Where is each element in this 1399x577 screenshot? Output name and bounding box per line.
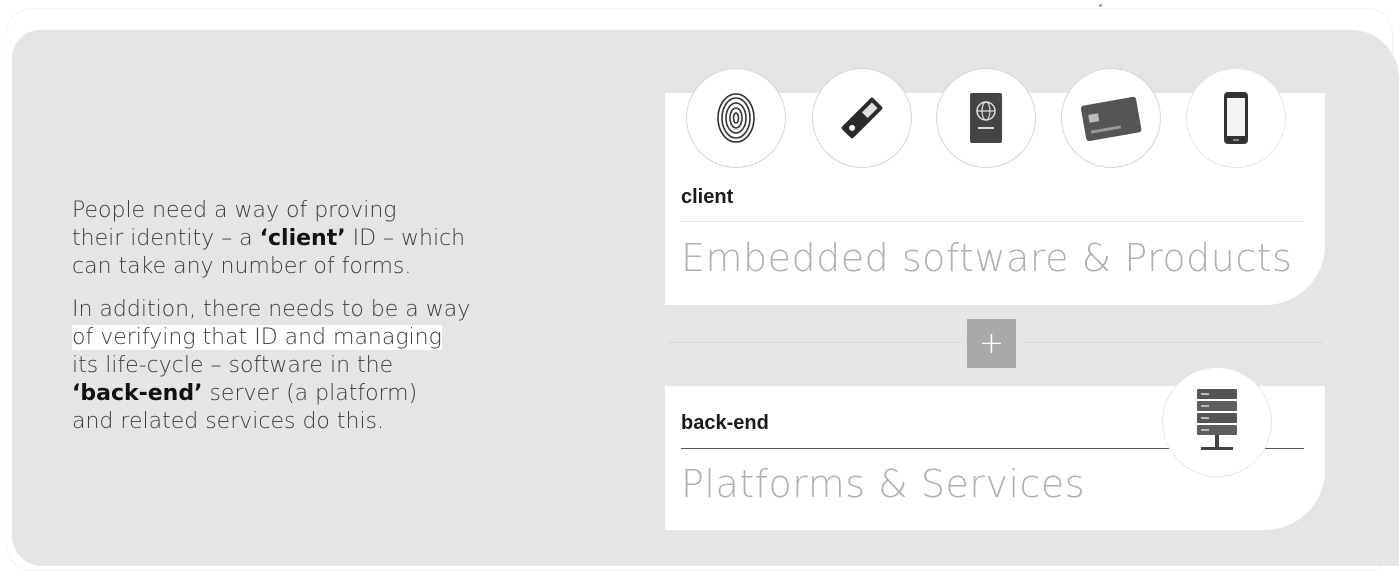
plus-connector: + bbox=[967, 319, 1016, 368]
backend-title: Platforms & Services bbox=[681, 462, 1086, 506]
backend-label: back-end bbox=[681, 412, 769, 434]
backend-desc-line-4: ‘back-end’ server (a platform) bbox=[72, 381, 418, 406]
backend-desc-line-3: its life-cycle – software in the bbox=[72, 353, 394, 378]
server-icon bbox=[1162, 367, 1272, 477]
connector-line-right bbox=[1020, 342, 1323, 343]
decorative-dot bbox=[1099, 4, 1102, 7]
usb-token-icon bbox=[812, 68, 912, 168]
client-emphasis: ‘client’ bbox=[259, 226, 346, 251]
backend-desc-line-5: and related services do this. bbox=[72, 409, 385, 434]
backend-desc-line-1: In addition, there needs to be a way bbox=[72, 297, 471, 322]
backend-emphasis: ‘back-end’ bbox=[72, 381, 203, 406]
client-description: People need a way of proving their ident… bbox=[72, 197, 512, 281]
client-desc-line-1: People need a way of proving bbox=[72, 198, 397, 223]
backend-description: In addition, there needs to be a way of … bbox=[72, 296, 512, 436]
fingerprint-icon bbox=[686, 68, 786, 168]
client-desc-line-3: can take any number of forms. bbox=[72, 254, 412, 279]
passport-icon bbox=[936, 68, 1036, 168]
client-label: client bbox=[681, 186, 734, 208]
client-desc-line-2: their identity – a ‘client’ ID – which bbox=[72, 226, 466, 251]
client-divider bbox=[681, 221, 1303, 222]
client-title: Embedded software & Products bbox=[681, 236, 1293, 280]
smartphone-icon bbox=[1186, 68, 1286, 168]
smart-card-icon bbox=[1061, 68, 1161, 168]
backend-desc-line-2: of verifying that ID and managing bbox=[72, 325, 442, 350]
connector-line-left bbox=[668, 342, 964, 343]
